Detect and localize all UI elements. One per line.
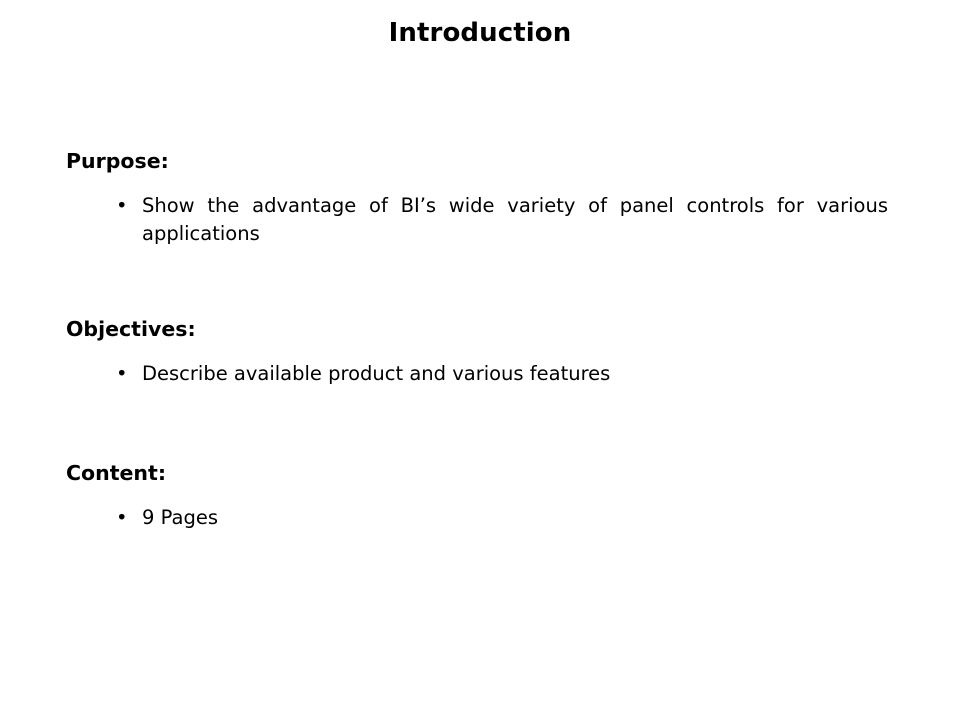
- bullet-text: 9 Pages: [142, 506, 218, 529]
- section-heading-objectives: Objectives:: [66, 317, 196, 341]
- list-item: Show the advantage of BI’s wide variety …: [66, 192, 888, 248]
- section-content: Content: 9 Pages: [66, 460, 888, 532]
- presentation-slide: Introduction Purpose: Show the advantage…: [0, 0, 960, 720]
- section-heading-purpose: Purpose:: [66, 149, 169, 173]
- slide-body: Purpose: Show the advantage of BI’s wide…: [66, 148, 888, 532]
- bullet-list-content: 9 Pages: [66, 504, 888, 532]
- bullet-text: Show the advantage of BI’s wide variety …: [142, 194, 888, 245]
- bullet-text: Describe available product and various f…: [142, 362, 611, 385]
- list-item: Describe available product and various f…: [66, 360, 888, 388]
- section-objectives: Objectives: Describe available product a…: [66, 316, 888, 388]
- section-purpose: Purpose: Show the advantage of BI’s wide…: [66, 148, 888, 248]
- bullet-list-objectives: Describe available product and various f…: [66, 360, 888, 388]
- bullet-list-purpose: Show the advantage of BI’s wide variety …: [66, 192, 888, 248]
- section-heading-content: Content:: [66, 461, 167, 485]
- list-item: 9 Pages: [66, 504, 888, 532]
- page-title: Introduction: [388, 18, 572, 48]
